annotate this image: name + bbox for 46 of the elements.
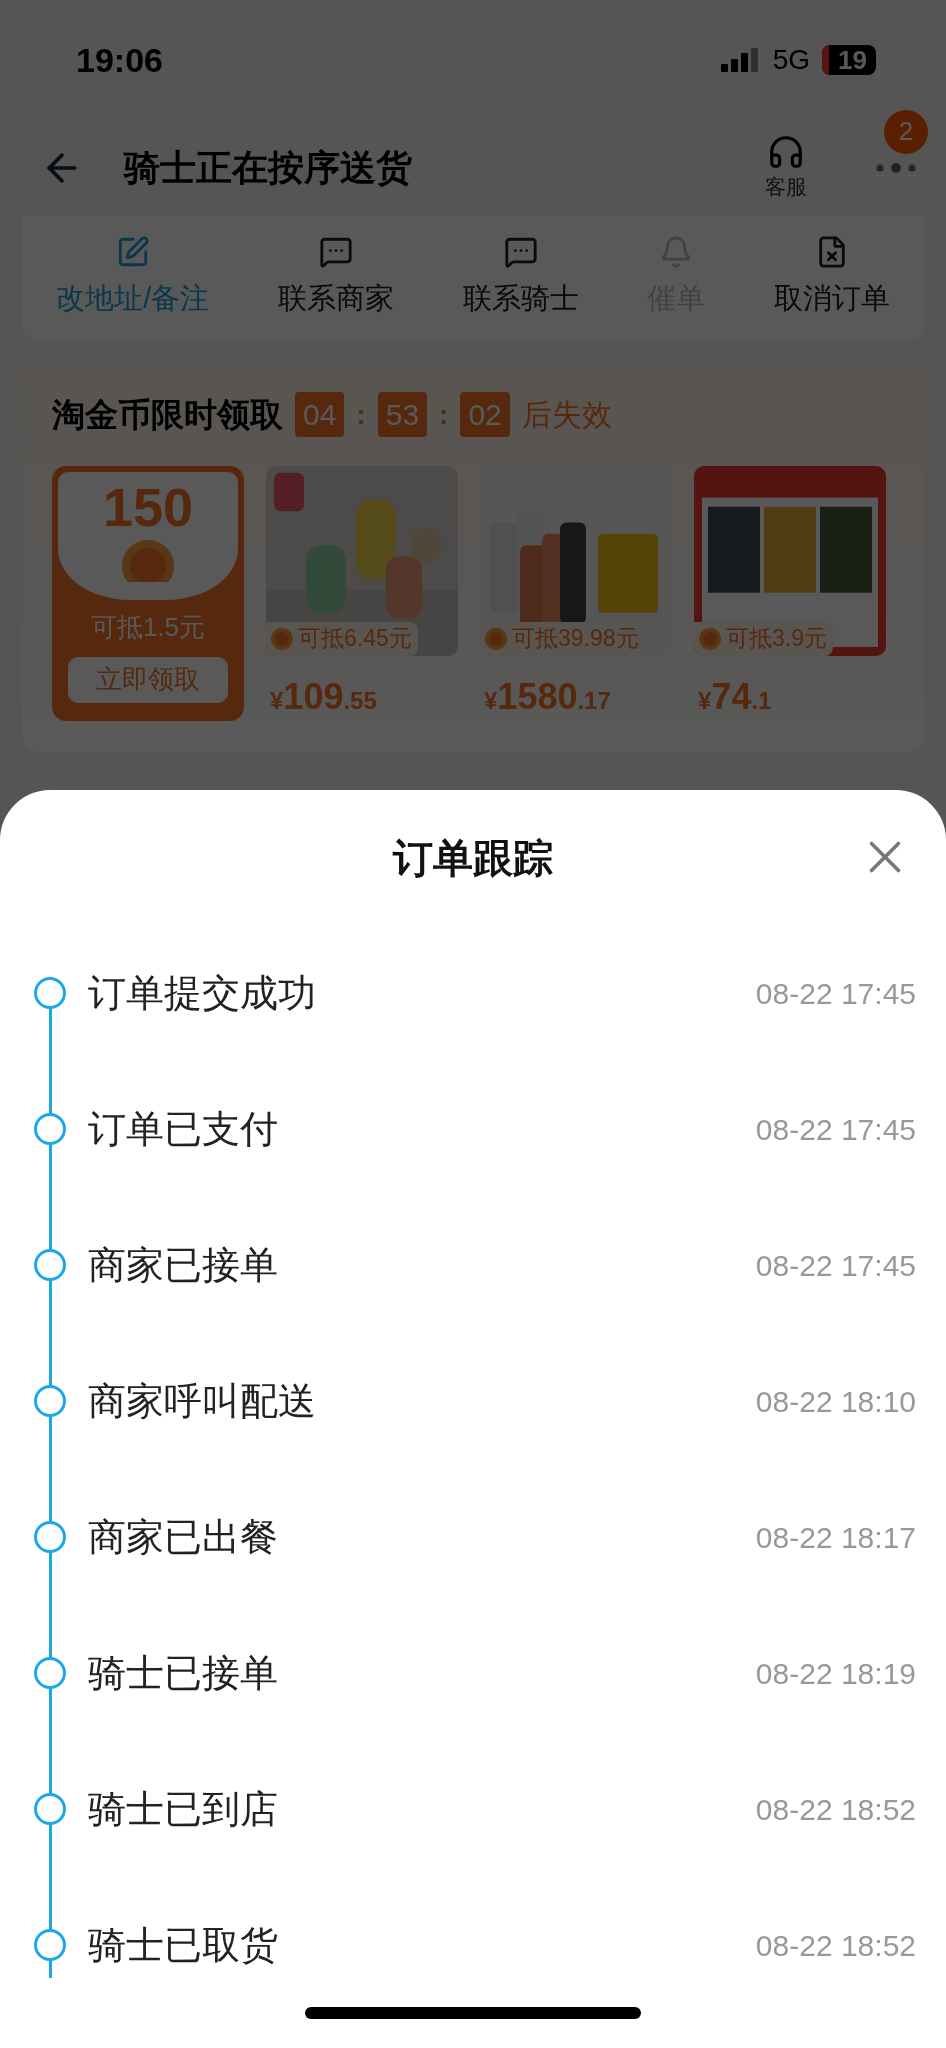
event-time: 08-22 17:45: [755, 1247, 916, 1284]
action-button[interactable]: 联系骑士: [462, 234, 579, 321]
notification-badge: 2: [884, 109, 928, 154]
sheet-title: 订单跟踪: [393, 834, 553, 882]
more-icon[interactable]: [876, 161, 916, 174]
event-label: 商家呼叫配送: [88, 1378, 317, 1424]
deduct-badge: 可抵39.98元: [480, 621, 645, 656]
network-label: 5G: [772, 43, 810, 77]
event-label: 商家已出餐: [88, 1514, 279, 1560]
action-button[interactable]: 取消订单: [773, 234, 890, 321]
countdown-separator: :: [356, 397, 366, 432]
event-time: 08-22 17:45: [755, 975, 916, 1012]
event-time: 08-22 18:19: [755, 1655, 916, 1692]
event-label: 骑士已取货: [88, 1922, 279, 1968]
countdown-separator: :: [439, 397, 449, 432]
status-time: 19:06: [76, 39, 163, 81]
countdown-digits: 04: [295, 392, 345, 438]
service-button[interactable]: 客服: [746, 132, 826, 203]
action-button[interactable]: 联系商家: [277, 234, 394, 321]
countdown-digits: 02: [460, 392, 510, 438]
action-button[interactable]: 改地址/备注: [56, 234, 210, 321]
claim-button[interactable]: 立即领取: [68, 656, 228, 703]
battery-indicator: 19: [822, 45, 876, 75]
event-time: 08-22 18:52: [755, 1791, 916, 1828]
page-title: 骑士正在按序送货: [124, 145, 413, 190]
event-time: 08-22 18:17: [755, 1519, 916, 1556]
product-price: ¥109.55: [270, 674, 378, 719]
promo-title: 淘金币限时领取: [52, 395, 283, 435]
coin-icon: [120, 537, 176, 582]
event-label: 骑士已到店: [88, 1786, 279, 1832]
event-time: 08-22 18:10: [755, 1383, 916, 1420]
product-price: ¥1580.17: [484, 674, 612, 719]
event-label: 骑士已接单: [88, 1650, 279, 1696]
countdown-digits: 53: [377, 392, 428, 438]
product-price: ¥74.1: [698, 674, 773, 719]
coupon-amount: 150: [102, 479, 194, 534]
event-label: 订单已支付: [88, 1106, 279, 1152]
deduct-badge: 可抵6.45元: [266, 621, 418, 656]
event-time: 08-22 18:52: [755, 1927, 916, 1964]
event-label: 商家已接单: [88, 1242, 279, 1288]
deduct-badge: 可抵3.9元: [694, 621, 833, 656]
signal-icon: [720, 48, 761, 72]
countdown-suffix: 后失效: [521, 397, 612, 434]
event-time: 08-22 17:45: [755, 1111, 916, 1148]
event-label: 订单提交成功: [88, 970, 317, 1016]
coupon-note: 可抵1.5元: [90, 610, 206, 644]
